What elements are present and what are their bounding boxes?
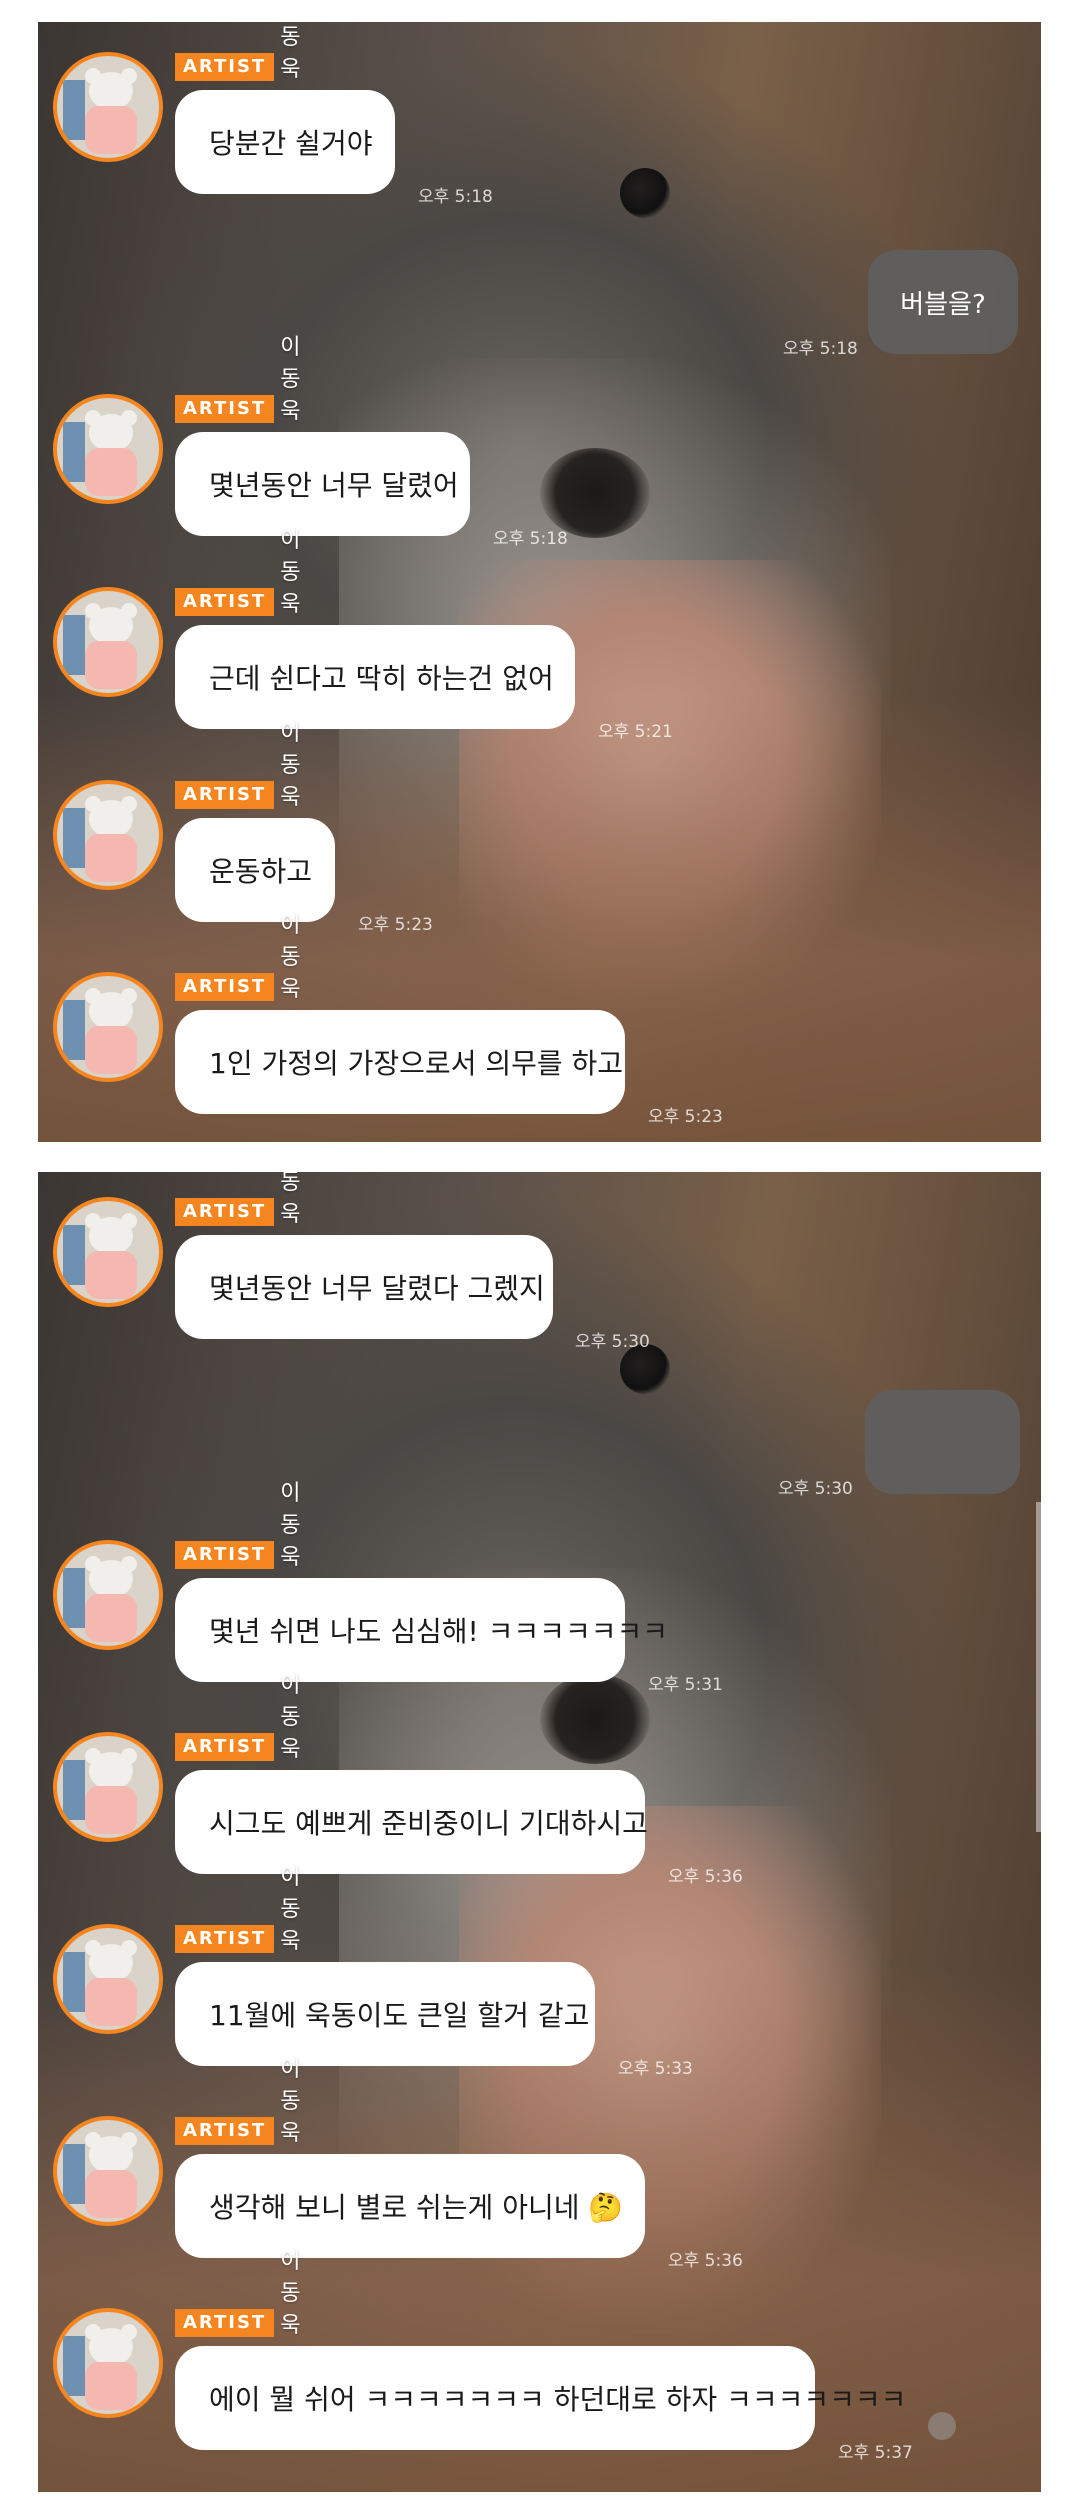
- floating-dot-icon[interactable]: [928, 2412, 956, 2440]
- message-time: 오후 5:33: [618, 2059, 693, 2079]
- message-bubble: 당분간 쉴거야: [175, 90, 395, 194]
- message-time: 오후 5:30: [575, 1332, 650, 1352]
- artist-badge: ARTIST: [175, 53, 275, 81]
- artist-badge: ARTIST: [175, 973, 275, 1001]
- artist-avatar-icon[interactable]: [53, 2308, 163, 2418]
- message-time: 오후 5:21: [598, 722, 673, 742]
- message-time: 오후 5:36: [668, 2251, 743, 2271]
- artist-badge: ARTIST: [175, 1925, 275, 1953]
- message-time: 오후 5:23: [648, 1107, 723, 1127]
- message-bubble: 근데 쉰다고 딱히 하는건 없어: [175, 625, 575, 729]
- message-time: 오후 5:18: [493, 529, 568, 549]
- message-time: 오후 5:31: [648, 1675, 723, 1695]
- scroll-indicator-icon[interactable]: [1036, 1502, 1041, 1832]
- user-message-time: 오후 5:30: [778, 1479, 853, 1499]
- message-time: 오후 5:23: [358, 915, 433, 935]
- message-bubble: 에이 뭘 쉬어 ㅋㅋㅋㅋㅋㅋㅋ 하던대로 하자 ㅋㅋㅋㅋㅋㅋㅋ: [175, 2346, 906, 2450]
- artist-avatar-icon[interactable]: [53, 587, 163, 697]
- message-bubble: 몇년동안 너무 달렸다 그렜지: [175, 1235, 553, 1339]
- artist-avatar-icon[interactable]: [53, 52, 163, 162]
- artist-badge: ARTIST: [175, 1733, 275, 1761]
- user-message-time: 오후 5:18: [783, 339, 858, 359]
- message-bubble: 1인 가정의 가장으로서 의무를 하고: [175, 1010, 625, 1114]
- user-message-bubble: [865, 1390, 1020, 1494]
- artist-avatar-icon[interactable]: [53, 2116, 163, 2226]
- artist-badge: ARTIST: [175, 1198, 275, 1226]
- message-bubble: 11월에 욱동이도 큰일 할거 같고: [175, 1962, 595, 2066]
- artist-avatar-icon[interactable]: [53, 1540, 163, 1650]
- message-time: 오후 5:37: [838, 2443, 913, 2463]
- artist-badge: ARTIST: [175, 395, 275, 423]
- message-bubble: 몇년동안 너무 달렸어: [175, 432, 470, 536]
- artist-avatar-icon[interactable]: [53, 1197, 163, 1307]
- artist-avatar-icon[interactable]: [53, 972, 163, 1082]
- artist-badge: ARTIST: [175, 588, 275, 616]
- chat-panel-2: ARTIST이동욱동이 몇년동안 너무 달렸다 그렜지 오후 5:30 오후 5…: [38, 1172, 1041, 2492]
- user-message-bubble: 버블을?: [868, 250, 1018, 354]
- artist-avatar-icon[interactable]: [53, 1732, 163, 1842]
- message-bubble: 시그도 예쁘게 준비중이니 기대하시고: [175, 1770, 648, 1874]
- message-bubble: 몇년 쉬면 나도 심심해! ㅋㅋㅋㅋㅋㅋㅋ: [175, 1578, 668, 1682]
- message-time: 오후 5:36: [668, 1867, 743, 1887]
- chat-panel-1: ARTIST이동욱동이 당분간 쉴거야 오후 5:18 버블을? 오후 5:18…: [38, 22, 1041, 1142]
- artist-badge: ARTIST: [175, 2117, 275, 2145]
- message-bubble: 생각해 보니 별로 쉬는게 아니네 🤔: [175, 2154, 645, 2258]
- message-time: 오후 5:18: [418, 187, 493, 207]
- artist-badge: ARTIST: [175, 2309, 275, 2337]
- message-bubble: 운동하고: [175, 818, 335, 922]
- artist-avatar-icon[interactable]: [53, 394, 163, 504]
- artist-avatar-icon[interactable]: [53, 780, 163, 890]
- artist-badge: ARTIST: [175, 1541, 275, 1569]
- artist-badge: ARTIST: [175, 781, 275, 809]
- artist-avatar-icon[interactable]: [53, 1924, 163, 2034]
